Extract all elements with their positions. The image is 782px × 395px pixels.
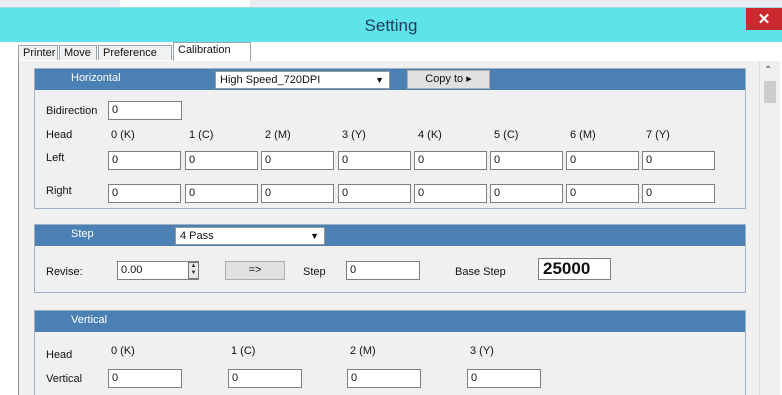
left-offset-field[interactable]: 0 xyxy=(490,151,563,170)
left-offset-field[interactable]: 0 xyxy=(566,151,639,170)
head-column-label: 0 (K) xyxy=(111,129,135,141)
copy-to-button[interactable]: Copy to ▸ xyxy=(407,70,490,89)
vertical-offset-field[interactable]: 0 xyxy=(467,369,541,388)
chevron-down-icon: ▼ xyxy=(310,231,319,241)
horizontal-header: Horizontal High Speed_720DPI ▼ Copy to ▸ xyxy=(35,69,745,90)
background-strip xyxy=(0,0,120,7)
tab-move[interactable]: Move xyxy=(59,45,97,60)
right-offset-field[interactable]: 0 xyxy=(414,184,487,203)
horizontal-section-label: Horizontal xyxy=(71,72,121,84)
left-label: Left xyxy=(46,152,65,164)
base-step-value: 25000 xyxy=(538,258,611,280)
chevron-down-icon: ▼ xyxy=(375,75,384,85)
left-offset-field[interactable]: 0 xyxy=(185,151,258,170)
title-bar[interactable]: Setting ✕ xyxy=(0,7,782,42)
pass-dropdown[interactable]: 4 Pass ▼ xyxy=(175,227,325,245)
step-field[interactable]: 0 xyxy=(346,261,420,280)
tab-printer[interactable]: Printer xyxy=(18,45,58,60)
scroll-up-icon[interactable]: ⌃ xyxy=(764,65,772,76)
step-header: Step 4 Pass ▼ xyxy=(35,225,745,246)
left-offset-field[interactable]: 0 xyxy=(108,151,181,170)
pass-value: 4 Pass xyxy=(180,230,214,242)
base-step-label: Base Step xyxy=(455,266,506,278)
left-offset-field[interactable]: 0 xyxy=(414,151,487,170)
vertical-group: Vertical Head 0 (K) 1 (C) 2 (M) 3 (Y) Ve… xyxy=(34,310,746,395)
head-column-label: 1 (C) xyxy=(189,129,214,141)
vertical-scrollbar[interactable]: ⌃ xyxy=(759,61,780,395)
right-offset-field[interactable]: 0 xyxy=(490,184,563,203)
right-offset-field[interactable]: 0 xyxy=(185,184,258,203)
vertical-head-column-label: 2 (M) xyxy=(350,345,376,357)
close-icon: ✕ xyxy=(757,11,771,28)
spin-up-icon[interactable]: ▲ xyxy=(189,263,198,270)
head-label: Head xyxy=(46,129,73,141)
step-group: Step 4 Pass ▼ Revise: 0.00 ▲ ▼ => Step 0… xyxy=(34,224,746,293)
head-column-label: 6 (M) xyxy=(570,129,596,141)
revise-field[interactable]: 0.00 xyxy=(117,261,199,280)
background-strip xyxy=(250,0,782,7)
head-column-label: 5 (C) xyxy=(494,129,519,141)
revise-spinner[interactable]: ▲ ▼ xyxy=(188,262,199,279)
vertical-offset-field[interactable]: 0 xyxy=(347,369,421,388)
vertical-section-label: Vertical xyxy=(71,314,108,326)
head-column-label: 3 (Y) xyxy=(342,129,366,141)
apply-revise-button[interactable]: => xyxy=(225,261,285,280)
vertical-offset-field[interactable]: 0 xyxy=(228,369,302,388)
step-label: Step xyxy=(303,266,326,278)
step-section-label: Step xyxy=(71,228,94,240)
vertical-header: Vertical xyxy=(35,311,745,332)
right-offset-field[interactable]: 0 xyxy=(642,184,715,203)
left-offset-field[interactable]: 0 xyxy=(338,151,411,170)
scroll-thumb[interactable] xyxy=(764,81,776,103)
vertical-label: Vertical xyxy=(46,373,83,385)
vertical-offset-field[interactable]: 0 xyxy=(108,369,182,388)
left-offset-field[interactable]: 0 xyxy=(642,151,715,170)
head-column-label: 2 (M) xyxy=(265,129,291,141)
vertical-head-label: Head xyxy=(46,349,73,361)
horizontal-group: Horizontal High Speed_720DPI ▼ Copy to ▸… xyxy=(34,68,746,209)
window-title: Setting xyxy=(364,16,418,35)
revise-label: Revise: xyxy=(46,266,83,278)
bidirection-label: Bidirection xyxy=(46,105,98,117)
vertical-head-column-label: 1 (C) xyxy=(231,345,256,357)
right-offset-field[interactable]: 0 xyxy=(566,184,639,203)
left-offset-field[interactable]: 0 xyxy=(261,151,334,170)
calibration-pane: Horizontal High Speed_720DPI ▼ Copy to ▸… xyxy=(19,61,759,395)
setting-window: Setting ✕ Printer Move Preference Calibr… xyxy=(0,0,782,395)
right-offset-field[interactable]: 0 xyxy=(261,184,334,203)
mode-dropdown[interactable]: High Speed_720DPI ▼ xyxy=(215,71,390,89)
close-button[interactable]: ✕ xyxy=(746,8,782,30)
tab-calibration[interactable]: Calibration xyxy=(173,42,251,61)
right-offset-field[interactable]: 0 xyxy=(108,184,181,203)
head-column-label: 4 (K) xyxy=(418,129,442,141)
right-label: Right xyxy=(46,185,72,197)
head-column-label: 7 (Y) xyxy=(646,129,670,141)
mode-value: High Speed_720DPI xyxy=(220,74,321,86)
vertical-head-column-label: 0 (K) xyxy=(111,345,135,357)
bidirection-field[interactable]: 0 xyxy=(108,101,182,120)
right-offset-field[interactable]: 0 xyxy=(338,184,411,203)
tab-strip: Printer Move Preference Calibration xyxy=(18,42,778,61)
vertical-head-column-label: 3 (Y) xyxy=(470,345,494,357)
spin-down-icon[interactable]: ▼ xyxy=(189,270,198,277)
tab-preference[interactable]: Preference xyxy=(98,45,172,60)
